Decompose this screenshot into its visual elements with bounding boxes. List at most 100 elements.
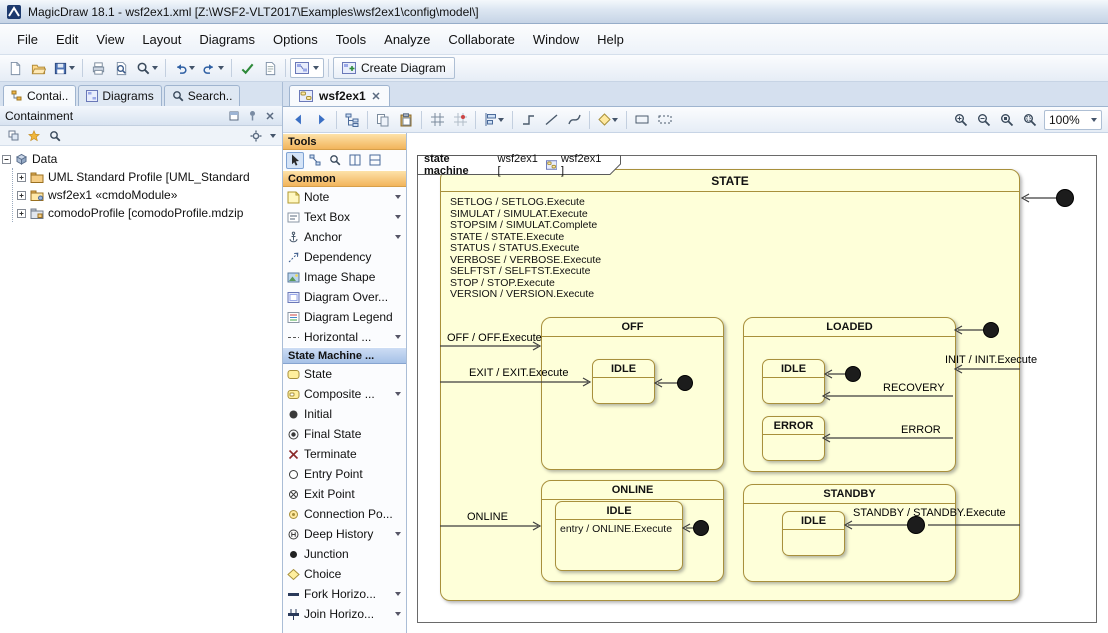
path-rectilinear-button[interactable] [517, 109, 539, 131]
line-style-dashed-button[interactable] [654, 109, 676, 131]
palette-item-anchor[interactable]: Anchor [283, 227, 406, 247]
print-preview-button[interactable] [110, 57, 132, 79]
diagram-type-combo[interactable] [290, 58, 324, 78]
zoom-selection-button[interactable] [1019, 109, 1041, 131]
palette-section-tools[interactable]: Tools [283, 133, 406, 150]
tree-item-wsf2ex1[interactable]: wsf2ex1 «cmdoModule» [17, 186, 280, 204]
zoom-tool-button[interactable] [326, 152, 344, 169]
redo-button[interactable] [199, 57, 227, 79]
internal-transition[interactable]: STATUS / STATUS.Execute [450, 243, 601, 255]
transition-label-recovery[interactable]: RECOVERY [883, 382, 945, 394]
transition-label-error[interactable]: ERROR [901, 424, 941, 436]
internal-transition[interactable]: SELFTST / SELFTST.Execute [450, 266, 601, 278]
palette-item-join-horizontal[interactable]: Join Horizo... [283, 604, 406, 624]
palette-item-choice[interactable]: Choice [283, 564, 406, 584]
collapse-expander-icon[interactable] [2, 155, 11, 164]
menu-collaborate[interactable]: Collaborate [439, 27, 524, 52]
tab-containment[interactable]: Contai.. [3, 85, 76, 106]
find-button[interactable] [133, 57, 161, 79]
internal-transition[interactable]: STOPSIM / SIMULAT.Complete [450, 220, 601, 232]
spelling-button[interactable] [259, 57, 281, 79]
containment-tree-button[interactable] [341, 109, 363, 131]
menu-layout[interactable]: Layout [133, 27, 190, 52]
palette-section-common[interactable]: Common [283, 170, 406, 187]
line-style-solid-button[interactable] [631, 109, 653, 131]
back-button[interactable] [287, 109, 309, 131]
pin-panel-button[interactable] [245, 109, 259, 123]
state-LOADED[interactable]: LOADED IDLE ERROR [743, 317, 956, 472]
print-button[interactable] [87, 57, 109, 79]
palette-item-diagram-overview[interactable]: Diagram Over... [283, 287, 406, 307]
tree-item-comodo-profile[interactable]: comodoProfile [comodoProfile.mdzip [17, 204, 280, 222]
diagram-canvas[interactable]: state machine wsf2ex1 [ wsf2ex1 ] STATE … [407, 133, 1108, 633]
close-panel-button[interactable] [263, 109, 277, 123]
new-project-button[interactable] [4, 57, 26, 79]
menu-analyze[interactable]: Analyze [375, 27, 439, 52]
tab-search[interactable]: Search.. [164, 85, 241, 106]
internal-transition[interactable]: SETLOG / SETLOG.Execute [450, 197, 601, 209]
zoom-in-button[interactable] [950, 109, 972, 131]
menu-options[interactable]: Options [264, 27, 327, 52]
horizontal-swimlane-tool-button[interactable] [366, 152, 384, 169]
transition-label-online[interactable]: ONLINE [467, 511, 508, 523]
transition-label-off[interactable]: OFF / OFF.Execute [447, 332, 542, 344]
palette-item-image-shape[interactable]: Image Shape [283, 267, 406, 287]
open-project-button[interactable] [27, 57, 49, 79]
tree-item-data[interactable]: Data [2, 150, 280, 168]
expand-expander-icon[interactable] [17, 173, 26, 182]
palette-item-connection-point[interactable]: Connection Po... [283, 504, 406, 524]
forward-button[interactable] [310, 109, 332, 131]
tab-diagrams[interactable]: Diagrams [78, 85, 161, 106]
state-OFF-IDLE[interactable]: IDLE [592, 359, 655, 404]
align-shapes-button[interactable] [480, 109, 508, 131]
palette-item-final-state[interactable]: Final State [283, 424, 406, 444]
state-LOADED-ERROR[interactable]: ERROR [762, 416, 825, 461]
menu-tools[interactable]: Tools [327, 27, 375, 52]
palette-section-state-machine[interactable]: State Machine ... [283, 347, 406, 364]
select-tool-button[interactable] [286, 152, 304, 169]
menu-edit[interactable]: Edit [47, 27, 87, 52]
expand-expander-icon[interactable] [17, 209, 26, 218]
palette-item-note[interactable]: Note [283, 187, 406, 207]
copy-button[interactable] [372, 109, 394, 131]
transition-label-init[interactable]: INIT / INIT.Execute [945, 354, 1037, 366]
snap-to-grid-button[interactable] [449, 109, 471, 131]
dropdown-arrow-icon[interactable] [270, 134, 276, 138]
dropdown-arrow-icon[interactable] [395, 235, 401, 239]
favorites-button[interactable] [27, 129, 41, 143]
diagram-tab-wsf2ex1[interactable]: wsf2ex1 [289, 85, 390, 106]
show-grid-button[interactable] [426, 109, 448, 131]
expand-expander-icon[interactable] [17, 191, 26, 200]
transition-label-exit[interactable]: EXIT / EXIT.Execute [469, 367, 568, 379]
dropdown-arrow-icon[interactable] [395, 592, 401, 596]
dropdown-arrow-icon[interactable] [395, 392, 401, 396]
palette-item-text-box[interactable]: Text Box [283, 207, 406, 227]
shapes-button[interactable] [594, 109, 622, 131]
menu-help[interactable]: Help [588, 27, 633, 52]
state-STANDBY[interactable]: STANDBY IDLE [743, 484, 956, 582]
palette-item-deep-history[interactable]: Deep History [283, 524, 406, 544]
palette-item-diagram-legend[interactable]: Diagram Legend [283, 307, 406, 327]
tree-item-uml-profile[interactable]: UML Standard Profile [UML_Standard [17, 168, 280, 186]
dropdown-arrow-icon[interactable] [395, 335, 401, 339]
dropdown-arrow-icon[interactable] [395, 215, 401, 219]
palette-item-dependency[interactable]: Dependency [283, 247, 406, 267]
related-elements-tool-button[interactable] [306, 152, 324, 169]
entry-activity[interactable]: entry / ONLINE.Execute [556, 520, 682, 538]
zoom-level-combo[interactable]: 100% [1044, 110, 1102, 130]
path-oblique-button[interactable] [540, 109, 562, 131]
state-ONLINE-IDLE[interactable]: IDLE entry / ONLINE.Execute [555, 501, 683, 571]
panel-options-button[interactable] [249, 129, 263, 143]
transition-label-standby[interactable]: STANDBY / STANDBY.Execute [853, 507, 1006, 519]
palette-item-fork-horizontal[interactable]: Fork Horizo... [283, 584, 406, 604]
check-syntax-button[interactable] [236, 57, 258, 79]
menu-file[interactable]: File [8, 27, 47, 52]
quick-search-button[interactable] [48, 129, 62, 143]
save-project-button[interactable] [50, 57, 78, 79]
dropdown-arrow-icon[interactable] [395, 195, 401, 199]
path-bezier-button[interactable] [563, 109, 585, 131]
title-bar[interactable]: MagicDraw 18.1 - wsf2ex1.xml [Z:\WSF2-VL… [0, 0, 1108, 24]
collapse-all-button[interactable] [6, 129, 20, 143]
create-diagram-button[interactable]: Create Diagram [333, 57, 455, 79]
state-ONLINE[interactable]: ONLINE IDLE entry / ONLINE.Execute [541, 480, 724, 582]
